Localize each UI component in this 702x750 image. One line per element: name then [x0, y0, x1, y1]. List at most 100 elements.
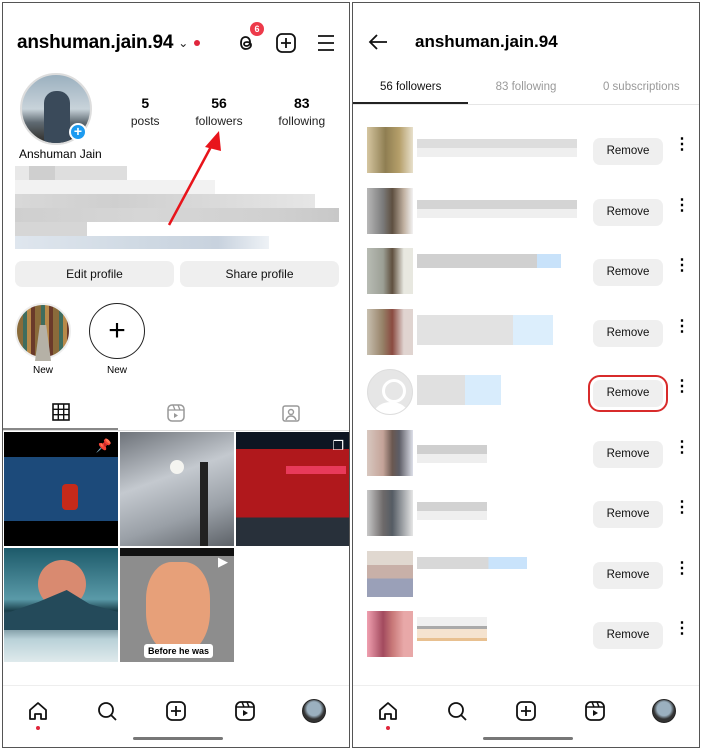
remove-button[interactable]: Remove [593, 622, 663, 649]
follower-row[interactable]: Remove ⋮ [353, 303, 699, 364]
remove-button[interactable]: Remove [593, 138, 663, 165]
reels-icon [235, 700, 256, 721]
more-options-icon[interactable]: ⋮ [674, 560, 690, 585]
nav-home[interactable] [375, 698, 401, 730]
remove-button[interactable]: Remove [593, 319, 663, 347]
profile-stats: 5 posts 56 followers 83 following [113, 95, 343, 128]
follower-avatar[interactable] [367, 127, 413, 173]
stat-posts[interactable]: 5 posts [131, 95, 160, 128]
follower-avatar[interactable] [367, 308, 413, 355]
remove-button[interactable]: Remove [593, 501, 663, 528]
followers-list: Remove ⋮ Remove ⋮ Remove ⋮ Remove ⋮ Remo… [353, 121, 699, 666]
search-icon [447, 701, 467, 721]
more-options-icon[interactable]: ⋮ [674, 379, 690, 403]
story-highlight[interactable]: New [15, 303, 71, 376]
search-icon [97, 701, 117, 721]
follower-row[interactable]: Remove ⋮ [353, 545, 699, 606]
follower-row[interactable]: Remove ⋮ [353, 424, 699, 485]
nav-profile[interactable] [301, 698, 327, 724]
plus-icon: + [89, 303, 145, 359]
follower-avatar[interactable] [367, 187, 413, 234]
profile-avatar-icon [652, 698, 677, 723]
follower-avatar[interactable] [367, 550, 413, 597]
posts-count: 5 [141, 95, 150, 111]
new-highlight-button[interactable]: + New [89, 303, 145, 376]
profile-header: anshuman.jain.94 ⌄ 6 [17, 22, 337, 55]
more-options-icon[interactable]: ⋮ [674, 500, 690, 524]
pin-icon: 📌 [95, 438, 112, 453]
follower-avatar[interactable] [367, 490, 413, 536]
highlight-label: New [106, 365, 127, 376]
more-options-icon[interactable]: ⋮ [674, 621, 690, 645]
tab-reels[interactable] [118, 395, 233, 430]
follower-row[interactable]: Remove ⋮ [353, 121, 699, 182]
more-options-icon[interactable]: ⋮ [674, 137, 690, 161]
follower-name-blurred [417, 254, 577, 268]
tab-tagged[interactable] [234, 395, 349, 430]
more-options-icon[interactable]: ⋮ [674, 197, 690, 222]
create-icon [516, 700, 536, 721]
more-options-icon[interactable]: ⋮ [674, 439, 690, 464]
nav-search[interactable] [94, 698, 120, 724]
nav-reels[interactable] [232, 698, 258, 724]
tab-subscriptions[interactable]: 0 subscriptions [584, 73, 699, 104]
follower-name-blurred [417, 193, 577, 224]
remove-button[interactable]: Remove [593, 440, 663, 468]
followers-tabs: 56 followers 83 following 0 subscription… [353, 73, 699, 105]
home-icon [28, 701, 47, 720]
page-title: anshuman.jain.94 [415, 32, 558, 51]
remove-button[interactable]: Remove [593, 259, 663, 286]
chevron-down-icon[interactable]: ⌄ [178, 36, 188, 50]
nav-home[interactable] [25, 698, 51, 730]
remove-button[interactable]: Remove [593, 561, 663, 589]
post-thumbnail[interactable]: ❐ [236, 432, 349, 546]
share-profile-button[interactable]: Share profile [180, 261, 339, 287]
follower-row[interactable]: Remove ⋮ [353, 605, 699, 666]
add-story-icon[interactable]: + [69, 123, 87, 141]
post-thumbnail[interactable] [120, 432, 234, 546]
follower-avatar[interactable] [367, 248, 413, 294]
stat-followers[interactable]: 56 followers [195, 95, 242, 128]
nav-create[interactable] [163, 698, 189, 724]
follower-avatar[interactable] [367, 429, 413, 476]
remove-button-highlighted[interactable]: Remove [588, 375, 668, 412]
tagged-icon [282, 404, 301, 422]
reels-icon [585, 700, 606, 721]
nav-create[interactable] [513, 698, 539, 724]
posts-grid: 📌 ❐ ▶ Before he was [4, 432, 349, 662]
username-switcher[interactable]: anshuman.jain.94 [17, 32, 173, 54]
edit-profile-button[interactable]: Edit profile [15, 261, 174, 287]
stat-following[interactable]: 83 following [278, 95, 325, 128]
threads-icon[interactable]: 6 [235, 22, 264, 54]
nav-reels[interactable] [582, 698, 608, 724]
nav-search[interactable] [444, 698, 470, 724]
notification-dot [194, 40, 201, 46]
follower-name-blurred [417, 556, 527, 569]
followers-count: 56 [211, 95, 227, 111]
more-options-icon[interactable]: ⋮ [674, 318, 690, 343]
follower-row[interactable]: Remove ⋮ [353, 242, 699, 303]
tab-following[interactable]: 83 following [468, 73, 583, 104]
create-post-icon[interactable] [275, 32, 297, 54]
nav-profile[interactable] [651, 698, 677, 724]
default-avatar-icon[interactable] [367, 369, 413, 415]
menu-icon[interactable] [315, 32, 337, 54]
follower-row-highlighted[interactable]: Remove ⋮ [353, 363, 699, 424]
tab-posts-grid[interactable] [3, 395, 119, 430]
posts-label: posts [130, 114, 160, 128]
followers-label: followers [195, 114, 243, 128]
follower-name-blurred [417, 617, 487, 647]
post-thumbnail[interactable]: ▶ Before he was [120, 548, 234, 662]
tab-followers[interactable]: 56 followers [353, 73, 469, 104]
threads-badge: 6 [250, 22, 264, 36]
post-thumbnail[interactable]: 📌 [4, 432, 118, 546]
remove-button[interactable]: Remove [593, 198, 663, 226]
create-icon [166, 700, 186, 721]
post-thumbnail[interactable] [4, 548, 118, 662]
follower-row[interactable]: Remove ⋮ [353, 484, 699, 545]
followers-screen: anshuman.jain.94 56 followers 83 followi… [352, 2, 700, 748]
follower-avatar[interactable] [367, 611, 413, 657]
more-options-icon[interactable]: ⋮ [674, 258, 690, 282]
follower-row[interactable]: Remove ⋮ [353, 182, 699, 243]
back-arrow-icon[interactable] [367, 31, 389, 53]
